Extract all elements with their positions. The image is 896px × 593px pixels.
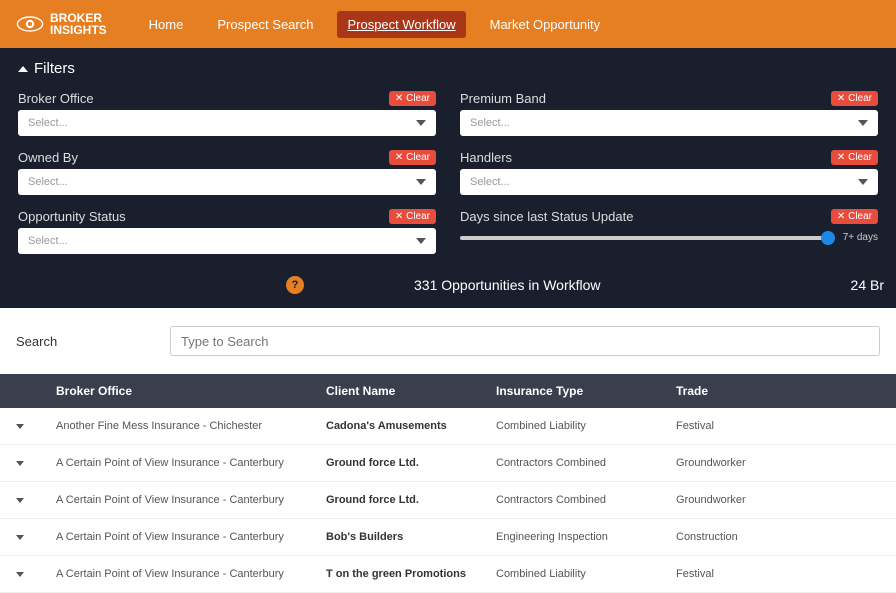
opportunity-status-clear-button[interactable]: ✕ Clear <box>389 209 436 224</box>
filter-handlers: Handlers ✕ Clear Select... <box>460 150 878 195</box>
broker-office-clear-button[interactable]: ✕ Clear <box>389 91 436 106</box>
main-nav: Home Prospect Search Prospect Workflow M… <box>139 11 610 38</box>
cell-broker-office: Another Fine Mess Insurance - Chichester <box>56 420 326 432</box>
cell-broker-office: A Certain Point of View Insurance - Cant… <box>56 531 326 543</box>
cell-trade: Festival <box>676 568 880 580</box>
filter-owned-by: Owned By ✕ Clear Select... <box>18 150 436 195</box>
filter-days-since: Days since last Status Update ✕ Clear 7+… <box>460 209 878 254</box>
cell-insurance-type: Contractors Combined <box>496 494 676 506</box>
cell-insurance-type: Contractors Combined <box>496 457 676 469</box>
expand-icon[interactable] <box>16 498 24 503</box>
table-row[interactable]: Another Fine Mess Insurance - Chichester… <box>0 408 896 445</box>
cell-insurance-type: Combined Liability <box>496 420 676 432</box>
search-label: Search <box>16 334 156 349</box>
handlers-clear-button[interactable]: ✕ Clear <box>831 150 878 165</box>
cell-client-name: Cadona's Amusements <box>326 420 496 432</box>
chevron-down-icon <box>416 238 426 244</box>
chevron-down-icon <box>858 179 868 185</box>
header-client-name[interactable]: Client Name <box>326 384 496 398</box>
premium-band-select[interactable]: Select... <box>460 110 878 136</box>
expand-icon[interactable] <box>16 535 24 540</box>
header-trade[interactable]: Trade <box>676 384 880 398</box>
handlers-label: Handlers <box>460 150 512 165</box>
cell-broker-office: A Certain Point of View Insurance - Cant… <box>56 494 326 506</box>
cell-insurance-type: Engineering Inspection <box>496 531 676 543</box>
filters-toggle[interactable]: Filters <box>18 60 878 77</box>
stats-opportunities: 331 Opportunities in Workflow <box>414 277 601 293</box>
cell-trade: Groundworker <box>676 494 880 506</box>
brand-logo: BROKER INSIGHTS <box>16 12 107 36</box>
brand-line2: INSIGHTS <box>50 24 107 36</box>
nav-prospect-workflow[interactable]: Prospect Workflow <box>337 11 465 38</box>
top-nav: BROKER INSIGHTS Home Prospect Search Pro… <box>0 0 896 48</box>
filter-premium-band: Premium Band ✕ Clear Select... <box>460 91 878 136</box>
opportunities-table: Broker Office Client Name Insurance Type… <box>0 374 896 593</box>
cell-insurance-type: Combined Liability <box>496 568 676 580</box>
header-insurance-type[interactable]: Insurance Type <box>496 384 676 398</box>
cell-client-name: Ground force Ltd. <box>326 457 496 469</box>
table-header: Broker Office Client Name Insurance Type… <box>0 374 896 408</box>
stats-right: 24 Br <box>851 277 884 293</box>
chevron-down-icon <box>416 120 426 126</box>
caret-up-icon <box>18 66 28 72</box>
owned-by-label: Owned By <box>18 150 78 165</box>
table-row[interactable]: A Certain Point of View Insurance - Cant… <box>0 556 896 593</box>
table-row[interactable]: A Certain Point of View Insurance - Cant… <box>0 482 896 519</box>
filter-broker-office: Broker Office ✕ Clear Select... <box>18 91 436 136</box>
cell-trade: Festival <box>676 420 880 432</box>
header-broker-office[interactable]: Broker Office <box>56 384 326 398</box>
filters-panel: Filters Broker Office ✕ Clear Select... … <box>0 48 896 272</box>
table-row[interactable]: A Certain Point of View Insurance - Cant… <box>0 519 896 556</box>
chevron-down-icon <box>416 179 426 185</box>
expand-icon[interactable] <box>16 572 24 577</box>
cell-client-name: Bob's Builders <box>326 531 496 543</box>
cell-broker-office: A Certain Point of View Insurance - Cant… <box>56 568 326 580</box>
select-placeholder: Select... <box>470 176 510 188</box>
premium-band-clear-button[interactable]: ✕ Clear <box>831 91 878 106</box>
filter-opportunity-status: Opportunity Status ✕ Clear Select... <box>18 209 436 254</box>
select-placeholder: Select... <box>28 235 68 247</box>
broker-office-label: Broker Office <box>18 91 94 106</box>
stats-bar: ? 331 Opportunities in Workflow 24 Br <box>0 272 896 308</box>
days-since-label: Days since last Status Update <box>460 209 633 224</box>
filters-title: Filters <box>34 60 75 77</box>
days-since-clear-button[interactable]: ✕ Clear <box>831 209 878 224</box>
cell-trade: Groundworker <box>676 457 880 469</box>
opportunity-status-select[interactable]: Select... <box>18 228 436 254</box>
table-row[interactable]: A Certain Point of View Insurance - Cant… <box>0 445 896 482</box>
eye-icon <box>16 15 44 33</box>
chevron-down-icon <box>858 120 868 126</box>
table-body: Another Fine Mess Insurance - Chichester… <box>0 408 896 593</box>
select-placeholder: Select... <box>28 117 68 129</box>
slider-thumb[interactable] <box>821 231 835 245</box>
owned-by-clear-button[interactable]: ✕ Clear <box>389 150 436 165</box>
expand-icon[interactable] <box>16 461 24 466</box>
days-since-value: 7+ days <box>843 232 878 243</box>
select-placeholder: Select... <box>470 117 510 129</box>
days-since-slider[interactable] <box>460 236 835 240</box>
nav-prospect-search[interactable]: Prospect Search <box>207 11 323 38</box>
broker-office-select[interactable]: Select... <box>18 110 436 136</box>
cell-trade: Construction <box>676 531 880 543</box>
cell-client-name: T on the green Promotions <box>326 568 496 580</box>
nav-home[interactable]: Home <box>139 11 194 38</box>
help-icon[interactable]: ? <box>286 276 304 294</box>
handlers-select[interactable]: Select... <box>460 169 878 195</box>
select-placeholder: Select... <box>28 176 68 188</box>
nav-market-opportunity[interactable]: Market Opportunity <box>480 11 611 38</box>
premium-band-label: Premium Band <box>460 91 546 106</box>
opportunity-status-label: Opportunity Status <box>18 209 126 224</box>
expand-icon[interactable] <box>16 424 24 429</box>
search-row: Search <box>0 308 896 374</box>
cell-broker-office: A Certain Point of View Insurance - Cant… <box>56 457 326 469</box>
cell-client-name: Ground force Ltd. <box>326 494 496 506</box>
search-input[interactable] <box>170 326 880 356</box>
owned-by-select[interactable]: Select... <box>18 169 436 195</box>
